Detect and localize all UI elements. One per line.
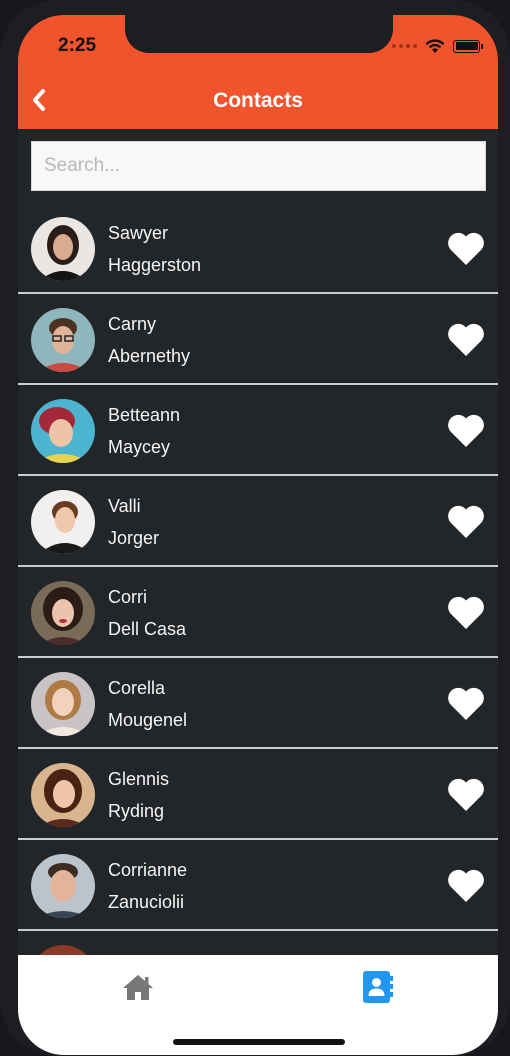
avatar [31,945,95,955]
search-input[interactable] [31,141,486,191]
wifi-icon [425,38,445,54]
contact-first-name: Glennis [108,769,170,789]
search-bar [18,129,498,199]
status-time: 2:25 [58,35,97,56]
contacts-list[interactable]: Sawyer Haggerston Carny Abernethy Bettea… [18,203,498,955]
contact-row[interactable]: Corri Dell Casa [18,567,498,658]
contact-first-name: Corri [108,587,147,607]
home-indicator[interactable] [173,1039,345,1045]
heart-icon[interactable] [446,867,486,903]
contact-first-name: Corrianne [108,860,188,880]
contact-first-name: Corella [108,678,166,698]
signal-icon [392,44,417,48]
contact-last-name: Abernethy [108,346,191,366]
app-screen: 2:25 Contacts Search... Sawyer Haggersto… [18,15,498,1055]
heart-icon[interactable] [446,321,486,357]
heart-icon[interactable] [446,230,486,266]
heart-icon[interactable] [446,594,486,630]
contact-row[interactable]: Corrianne Zanuciolii [18,840,498,931]
status-icons [392,38,483,54]
contact-row[interactable]: Glennis Ryding [18,749,498,840]
contact-last-name: Maycey [108,437,171,457]
tab-bar [18,955,498,1055]
avatar [31,490,95,554]
avatar [31,581,95,645]
battery-icon [453,39,483,53]
device-frame: 2:25 Contacts Search... Sawyer Haggersto… [0,0,510,1056]
contact-last-name: Ryding [108,801,165,821]
contact-row[interactable]: Corella Mougenel [18,658,498,749]
avatar [31,672,95,736]
contact-last-name: Zanuciolii [108,892,185,912]
contact-row[interactable]: Carny Abernethy [18,294,498,385]
avatar [31,763,95,827]
contact-last-name: Jorger [108,528,160,548]
heart-icon[interactable] [446,412,486,448]
contact-first-name: Carny [108,314,157,334]
app-header: 2:25 Contacts [18,15,498,129]
contacts-book-icon[interactable] [362,970,394,1004]
avatar [31,399,95,463]
contact-last-name: Dell Casa [108,619,187,639]
contact-row[interactable]: Valli Jorger [18,476,498,567]
heart-icon[interactable] [446,685,486,721]
device-notch [125,15,393,53]
avatar [31,308,95,372]
contact-last-name: Mougenel [108,710,188,730]
contact-first-name: Valli [108,496,141,516]
contact-row[interactable]: Betteann Maycey [18,385,498,476]
avatar [31,217,95,281]
contact-row[interactable] [18,931,498,955]
contact-row[interactable]: Sawyer Haggerston [18,203,498,294]
heart-icon[interactable] [446,503,486,539]
contact-first-name: Betteann [108,405,181,425]
home-icon[interactable] [122,973,154,1001]
contact-first-name: Sawyer [108,223,169,243]
heart-icon[interactable] [446,776,486,812]
page-title: Contacts [213,89,303,112]
contact-last-name: Haggerston [108,255,202,275]
avatar [31,854,95,918]
